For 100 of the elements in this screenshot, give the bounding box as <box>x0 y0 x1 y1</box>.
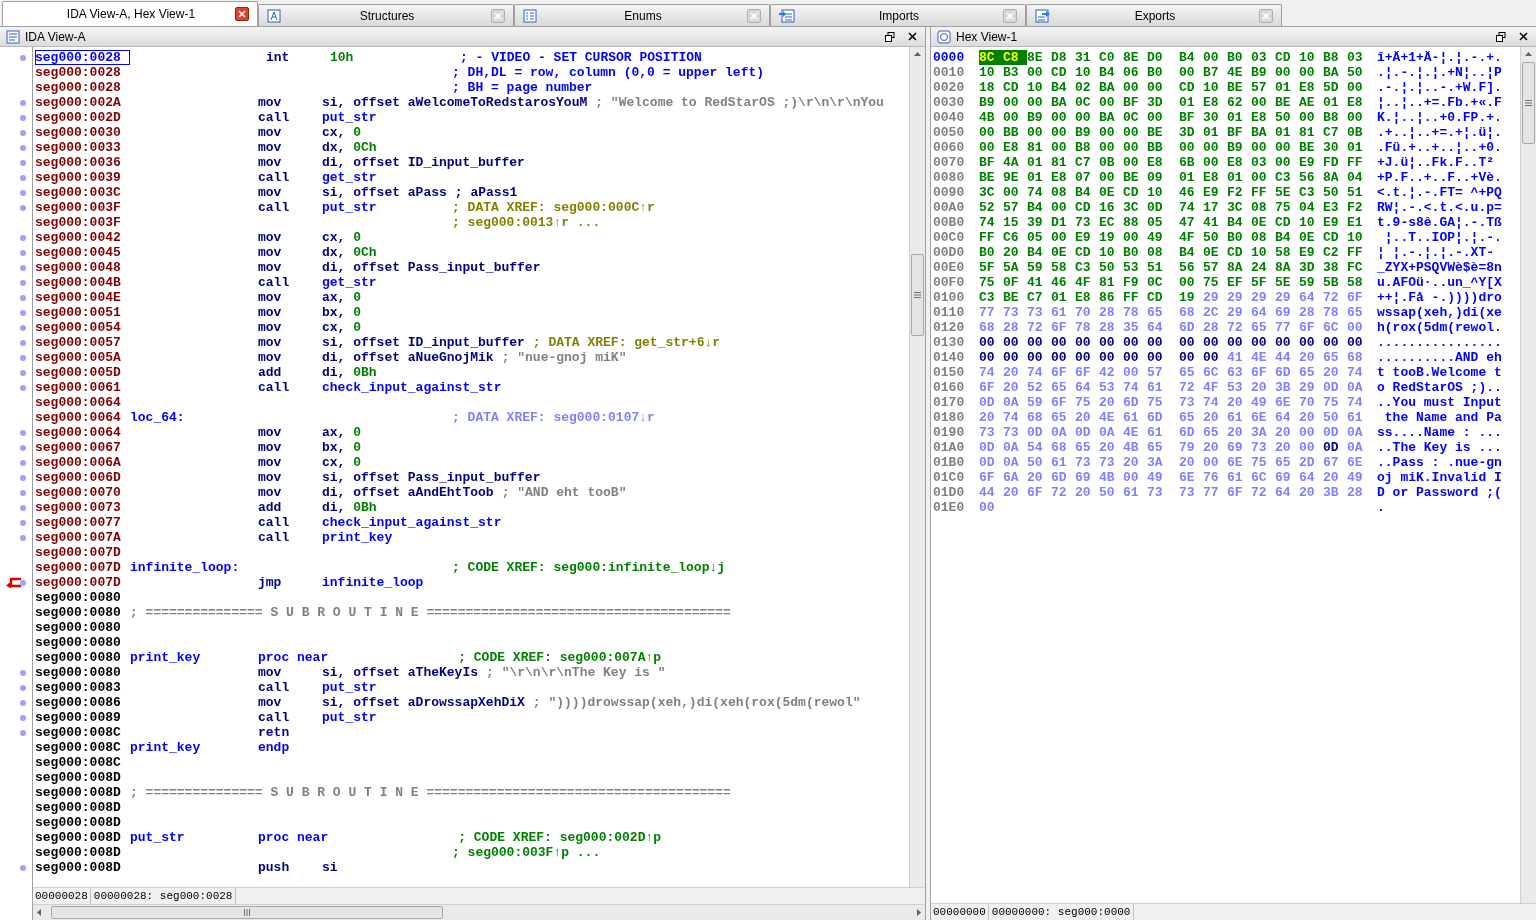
hex-byte: B4 <box>1275 230 1292 245</box>
hex-byte: 6F <box>979 470 996 485</box>
restore-icon[interactable] <box>885 31 895 42</box>
hex-byte: 5E <box>1275 275 1292 290</box>
hex-byte: 73 <box>1179 395 1196 410</box>
operand[interactable]: print_key <box>322 530 393 545</box>
subroutine-separator: ; =============== S U B R O U T I N E ======================================= <box>130 605 731 620</box>
hex-byte: 70 <box>1299 395 1316 410</box>
horizontal-scrollbar[interactable] <box>33 904 925 920</box>
hex-byte: 69 <box>1227 440 1244 455</box>
hex-byte: 69 <box>1275 470 1292 485</box>
operand[interactable]: get_str <box>322 275 377 290</box>
scroll-up-icon[interactable] <box>1525 52 1532 56</box>
hex-view-icon <box>937 29 951 44</box>
scroll-up-icon[interactable] <box>914 52 921 56</box>
mnemonic: mov <box>258 230 282 245</box>
operand[interactable]: get_str <box>322 170 377 185</box>
hex-byte: 01 <box>1203 125 1220 140</box>
hex-byte: 4B <box>1099 470 1116 485</box>
code-label[interactable]: print_key <box>130 740 201 755</box>
line-address: seg000:006D <box>35 470 122 485</box>
ascii-text: ..........AND eh <box>1377 350 1502 365</box>
hex-byte: 59 <box>1299 275 1316 290</box>
hex-byte: 20 <box>1227 425 1244 440</box>
mnemonic: mov <box>258 665 282 680</box>
code-label[interactable]: infinite_loop: <box>130 560 240 575</box>
hex-byte: 44 <box>1275 350 1292 365</box>
line-address: seg000:008D <box>35 860 122 875</box>
hex-byte: 50 <box>1099 485 1116 500</box>
hex-byte: CD <box>1275 215 1292 230</box>
vertical-scrollbar[interactable] <box>909 47 925 887</box>
hex-byte: 00 <box>1099 140 1116 155</box>
hex-byte: 00 <box>1299 335 1316 350</box>
hex-byte: 3B <box>1275 380 1292 395</box>
line-address: seg000:0089 <box>35 710 122 725</box>
hex-byte: 65 <box>1179 410 1196 425</box>
line-address: seg000:0080 <box>35 635 122 650</box>
hex-byte: 46 <box>1051 275 1068 290</box>
close-icon[interactable] <box>1519 32 1528 41</box>
scroll-thumb[interactable] <box>51 906 443 919</box>
code-label[interactable]: print_key <box>130 650 201 665</box>
operand[interactable]: put_str <box>322 710 377 725</box>
operand: di, offset aNueGnojMik <box>322 350 494 365</box>
tab[interactable]: Exports <box>1026 4 1282 26</box>
tab[interactable]: IDA View-A, Hex View-1 <box>2 1 258 26</box>
operand: dx, 0Ch <box>322 245 377 260</box>
hex-byte: 58 <box>1275 245 1292 260</box>
hex-byte: 68 <box>1347 350 1364 365</box>
hex-byte: 00 <box>1299 65 1316 80</box>
scroll-right-icon[interactable] <box>917 909 921 916</box>
hex-byte: AE <box>1299 95 1316 110</box>
hex-byte: 6D <box>1051 470 1068 485</box>
hex-byte: 00 <box>1299 110 1316 125</box>
restore-icon[interactable] <box>1496 31 1506 42</box>
jump-arrow-icon <box>6 576 22 589</box>
tab[interactable]: Structures <box>258 4 514 26</box>
scroll-thumb[interactable] <box>1522 62 1535 144</box>
operand[interactable]: infinite_loop <box>322 575 424 590</box>
hex-byte: 6D <box>1147 410 1164 425</box>
operand[interactable]: check_input_against_str <box>322 515 502 530</box>
hex-byte: C2 <box>1323 245 1340 260</box>
hex-byte: E8 <box>1299 80 1316 95</box>
operand[interactable]: put_str <box>322 680 377 695</box>
hex-byte: B9 <box>1075 125 1092 140</box>
hex-byte: 8E <box>1027 50 1044 65</box>
hex-byte: BE <box>1227 80 1244 95</box>
line-address: seg000:0064 <box>35 425 122 440</box>
code-label[interactable]: loc_64: <box>130 410 185 425</box>
hex-byte: 65 <box>1075 440 1092 455</box>
hex-byte: 61 <box>1051 305 1068 320</box>
vertical-scrollbar[interactable] <box>1520 47 1536 903</box>
line-address: seg000:008C <box>35 740 122 755</box>
operand: di, offset Pass_input_buffer <box>322 260 541 275</box>
comment: ; CODE XREF: seg000:002D↑p <box>458 830 662 845</box>
hex-byte: 00 <box>1123 350 1140 365</box>
hex-byte: 10 <box>1299 50 1316 65</box>
close-icon[interactable] <box>908 32 917 41</box>
operand[interactable]: put_str <box>322 200 377 215</box>
ascii-text: K.¦..¦..+0.FP.+. <box>1377 110 1502 125</box>
hex-byte: 5D <box>1323 80 1340 95</box>
scroll-thumb[interactable] <box>911 254 924 336</box>
tab[interactable]: Enums <box>514 4 770 26</box>
close-tab-button[interactable] <box>235 7 249 21</box>
hex-byte: 50 <box>1323 410 1340 425</box>
hex-byte: B0 <box>1227 230 1244 245</box>
hex-byte: 39 <box>1027 215 1044 230</box>
scroll-left-icon[interactable] <box>37 909 41 916</box>
hex-byte: 81 <box>1027 140 1044 155</box>
tab[interactable]: Imports <box>770 4 1026 26</box>
operand: 10h <box>330 50 354 65</box>
hex-byte: 74 <box>1347 395 1364 410</box>
operand[interactable]: put_str <box>322 110 377 125</box>
hex-byte: 0A <box>1347 380 1364 395</box>
ascii-text: ................ <box>1377 335 1502 350</box>
hex-byte: BE <box>1123 170 1140 185</box>
code-label[interactable]: put_str <box>130 830 185 845</box>
hex-offset: 0060 <box>933 140 966 155</box>
hex-byte: 00 <box>1123 125 1140 140</box>
hex-byte: 6A <box>1003 470 1020 485</box>
operand[interactable]: check_input_against_str <box>322 380 502 395</box>
